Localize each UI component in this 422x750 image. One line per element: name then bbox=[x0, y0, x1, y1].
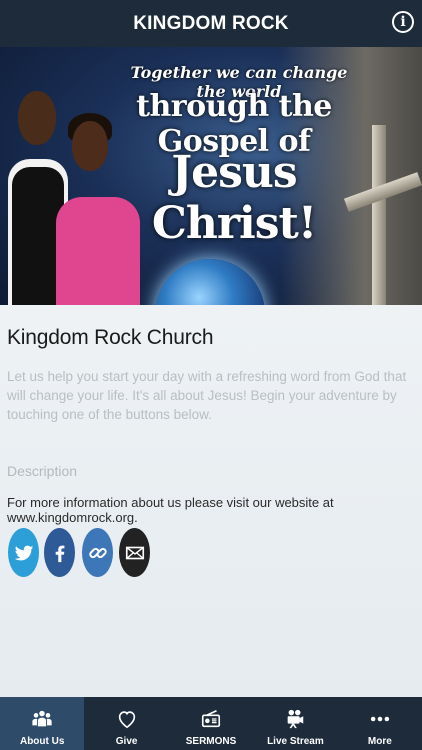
top-bar: KINGDOM ROCK i bbox=[0, 0, 422, 47]
description-text: For more information about us please vis… bbox=[7, 495, 334, 525]
website-link-button[interactable] bbox=[82, 528, 113, 577]
tab-label: Live Stream bbox=[267, 736, 324, 747]
page-title: Kingdom Rock Church bbox=[7, 326, 214, 349]
tab-sermons[interactable]: SERMONS bbox=[169, 697, 253, 750]
tab-label: More bbox=[367, 736, 392, 747]
hero-banner: Together we can change the world through… bbox=[0, 47, 422, 305]
description-label: Description bbox=[7, 463, 78, 479]
tab-live-stream[interactable]: Live Stream bbox=[253, 697, 337, 750]
email-button[interactable] bbox=[119, 528, 150, 577]
facebook-icon bbox=[55, 545, 64, 562]
first-lady-head bbox=[72, 121, 108, 171]
tab-more[interactable]: More bbox=[338, 697, 422, 750]
heart-icon bbox=[115, 706, 139, 732]
email-icon bbox=[125, 546, 144, 559]
tab-bar: About Us Give SERMONS Live Stream More bbox=[0, 697, 422, 750]
link-icon bbox=[88, 547, 107, 558]
intro-text: Let us help you start your day with a re… bbox=[7, 369, 407, 422]
tab-label: SERMONS bbox=[185, 736, 237, 747]
tab-label: About Us bbox=[19, 736, 65, 747]
about-content: Kingdom Rock Church Let us help you star… bbox=[0, 305, 422, 697]
cross-image bbox=[372, 125, 386, 305]
info-icon[interactable]: i bbox=[392, 11, 414, 33]
app-title: KINGDOM ROCK bbox=[133, 12, 289, 34]
pastor-head bbox=[18, 91, 56, 145]
facebook-button[interactable] bbox=[44, 528, 75, 577]
tab-give[interactable]: Give bbox=[84, 697, 168, 750]
twitter-button[interactable] bbox=[8, 528, 39, 577]
banner-line-3: Jesus Christ! bbox=[151, 147, 317, 249]
more-icon bbox=[368, 706, 392, 732]
tab-label: Give bbox=[115, 736, 138, 747]
people-icon bbox=[30, 706, 54, 732]
twitter-icon bbox=[14, 545, 33, 560]
camera-icon bbox=[283, 706, 307, 732]
globe-image bbox=[155, 259, 265, 305]
radio-icon bbox=[199, 706, 223, 732]
tab-about-us[interactable]: About Us bbox=[0, 697, 85, 750]
